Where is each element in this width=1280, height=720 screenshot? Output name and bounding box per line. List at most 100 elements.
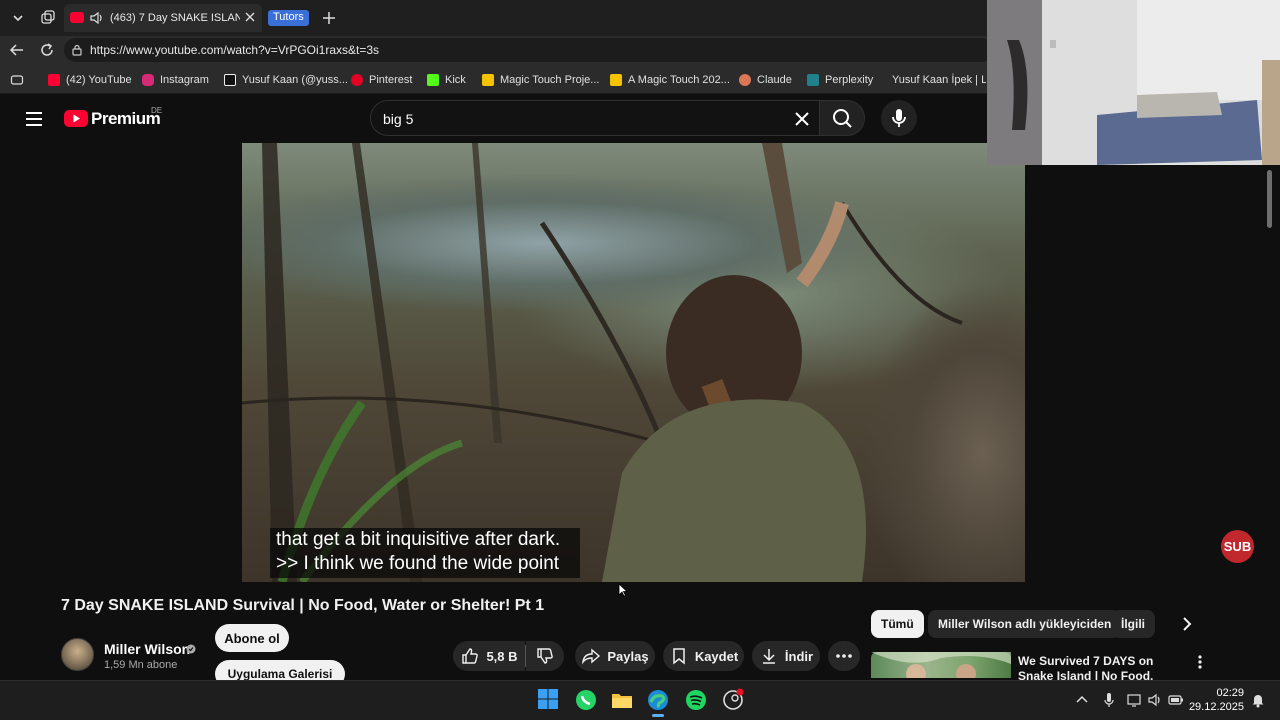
tab-title: (463) 7 Day SNAKE ISLAND Su (110, 12, 240, 24)
related-video-title[interactable]: We Survived 7 DAYS on Snake Island | No … (1018, 654, 1188, 680)
bookmark-label: Pinterest (369, 74, 413, 86)
tiktok-icon (224, 74, 236, 86)
pinterest-icon (351, 74, 363, 86)
bookmark-label: (42) YouTube (66, 74, 132, 86)
bookmark-label: Magic Touch Proje... (500, 74, 600, 86)
chip-from-uploader[interactable]: Miller Wilson adlı yükleyiciden (928, 610, 1122, 638)
reload-icon[interactable] (38, 41, 56, 59)
tray-overflow-chevron-icon[interactable] (1075, 693, 1089, 705)
chip-all[interactable]: Tümü (871, 610, 924, 638)
bookmark-icon (673, 648, 685, 665)
bookmark-label: Yusuf Kaan İpek | L (892, 74, 986, 86)
scrollbar-thumb[interactable] (1267, 170, 1272, 228)
sub-badge-button[interactable]: SUB (1221, 530, 1254, 563)
webcam-room-image (987, 0, 1280, 165)
related-thumbnail-image (871, 652, 1011, 678)
url-text[interactable]: https://www.youtube.com/watch?v=VrPGOi1r… (90, 43, 379, 57)
perplexity-icon (807, 74, 819, 86)
video-title: 7 Day SNAKE ISLAND Survival | No Food, W… (61, 597, 545, 614)
bookmark-tiktok[interactable]: Yusuf Kaan (@yuss... (224, 73, 348, 87)
share-button[interactable]: Paylaş (575, 641, 655, 671)
related-video-thumbnail[interactable] (871, 652, 1011, 678)
subscriber-count: 1,59 Mn abone (104, 659, 178, 671)
share-label: Paylaş (607, 648, 649, 664)
subscribe-button[interactable]: Abone ol (215, 624, 289, 652)
clock-time[interactable]: 02:29 (1208, 687, 1244, 699)
file-explorer-icon[interactable] (610, 688, 634, 712)
windows-start-icon[interactable] (537, 688, 561, 712)
battery-icon[interactable] (1168, 693, 1184, 707)
app-gallery-button[interactable]: Uygulama Galerisi (215, 660, 345, 680)
dislike-button[interactable] (526, 641, 564, 671)
reading-list-icon[interactable] (10, 73, 24, 87)
bookmark-linkedin[interactable]: Yusuf Kaan İpek | L (886, 73, 986, 87)
instagram-icon (142, 74, 154, 86)
page-scrollbar[interactable] (1264, 165, 1274, 675)
search-button[interactable] (819, 100, 865, 136)
gallery-button-clip: Uygulama Galerisi (215, 660, 345, 680)
steam-icon[interactable] (721, 688, 745, 712)
claude-icon (739, 74, 751, 86)
speaker-icon[interactable] (89, 10, 105, 26)
bookmark-claude[interactable]: Claude (739, 73, 792, 87)
spotify-icon[interactable] (684, 688, 708, 712)
related-title-clip: We Survived 7 DAYS on Snake Island | No … (1018, 654, 1188, 680)
clock-date[interactable]: 29.12.2025 (1188, 701, 1244, 713)
more-actions-button[interactable] (828, 641, 860, 671)
youtube-favicon-icon (70, 12, 84, 23)
related-more-icon[interactable] (1194, 654, 1206, 670)
bookmark-kick[interactable]: Kick (427, 73, 466, 87)
edge-browser-icon[interactable] (646, 688, 670, 712)
bookmark-perplexity[interactable]: Perplexity (807, 73, 873, 87)
chip-related[interactable]: İlgili (1111, 610, 1155, 638)
verified-badge-icon (186, 644, 196, 654)
search-value[interactable]: big 5 (383, 111, 413, 127)
notification-bell-icon[interactable] (1251, 692, 1265, 708)
tutors-tab-badge[interactable]: Tutors (268, 10, 309, 26)
more-horizontal-icon (836, 654, 852, 658)
active-app-indicator (652, 714, 664, 717)
site-info-icon[interactable] (71, 44, 83, 56)
microphone-tray-icon[interactable] (1103, 692, 1115, 708)
search-input[interactable] (370, 100, 820, 136)
new-tab-icon[interactable] (320, 9, 338, 27)
voice-search-button[interactable] (881, 100, 917, 136)
clear-search-icon[interactable] (793, 110, 811, 128)
bookmark-label: Claude (757, 74, 792, 86)
chips-next-chevron-icon[interactable] (1178, 614, 1196, 634)
save-button[interactable]: Kaydet (663, 641, 744, 671)
search-icon (833, 109, 852, 128)
kick-icon (427, 74, 439, 86)
video-player[interactable] (242, 143, 1025, 582)
back-arrow-icon[interactable] (8, 41, 26, 59)
download-button[interactable]: İndir (752, 641, 820, 671)
channel-name[interactable]: Miller Wilson (104, 641, 190, 657)
download-label: İndir (784, 648, 814, 664)
bookmark-instagram[interactable]: Instagram (142, 73, 209, 87)
bookmark-youtube[interactable]: (42) YouTube (48, 73, 132, 87)
tab-list-chevron-icon[interactable] (8, 8, 28, 28)
youtube-logo-icon[interactable] (64, 110, 88, 127)
like-button[interactable]: 5,8 B (453, 641, 525, 671)
share-icon (582, 648, 601, 665)
miro-icon (610, 74, 622, 86)
close-tab-icon[interactable] (243, 10, 257, 24)
bookmark-label: Instagram (160, 74, 209, 86)
bookmark-label: A Magic Touch 202... (628, 74, 730, 86)
youtube-premium-logo-text[interactable]: Premium (91, 109, 161, 129)
bookmark-magic-touch-1[interactable]: Magic Touch Proje... (482, 73, 599, 87)
hamburger-menu-icon[interactable] (24, 110, 44, 128)
mouse-cursor-icon (618, 583, 628, 597)
bookmark-pinterest[interactable]: Pinterest (351, 73, 412, 87)
save-label: Kaydet (694, 648, 739, 664)
volume-icon[interactable] (1147, 692, 1163, 708)
bookmark-label: Yusuf Kaan (@yuss... (242, 74, 348, 86)
video-frame-forest (242, 143, 963, 582)
channel-avatar[interactable] (61, 638, 94, 671)
workspaces-icon[interactable] (38, 8, 58, 28)
download-icon (762, 649, 775, 664)
subtitle-line-2: >> I think we found the wide point (276, 553, 560, 574)
network-icon[interactable] (1126, 692, 1142, 708)
whatsapp-icon[interactable] (574, 688, 598, 712)
bookmark-magic-touch-2[interactable]: A Magic Touch 202... (610, 73, 730, 87)
